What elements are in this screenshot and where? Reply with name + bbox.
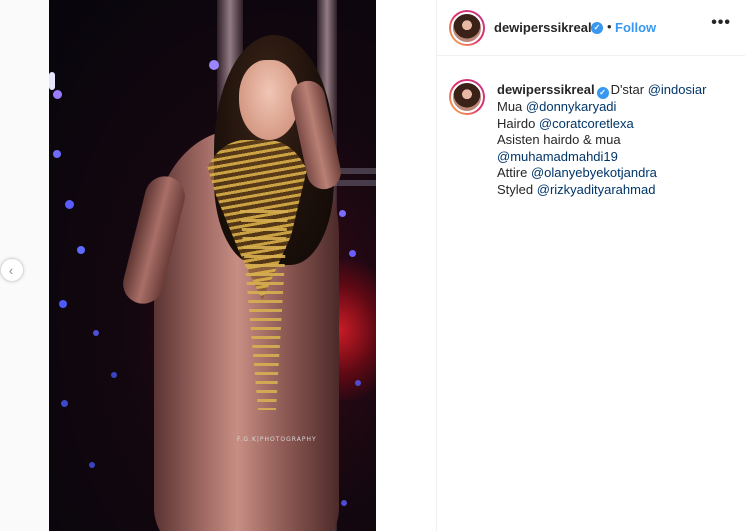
previous-photo-button[interactable]: ‹	[0, 258, 24, 282]
mention-link[interactable]: @rizkyadityarahmad	[537, 182, 656, 197]
caption-line: dewiperssikreal ✓ D'star @indosiar	[497, 82, 737, 99]
stage-light	[209, 60, 219, 70]
chevron-left-icon: ‹	[8, 262, 14, 278]
stage-light	[49, 72, 55, 90]
stage-light	[93, 330, 99, 336]
avatar[interactable]	[449, 79, 485, 115]
separator-dot: •	[607, 19, 612, 34]
caption-text-segment: Attire	[497, 165, 531, 181]
caption-line: Asisten hairdo & mua	[497, 132, 737, 149]
performer-face	[239, 60, 299, 140]
post-username[interactable]: dewiperssikreal	[494, 20, 592, 35]
caption-line: @muhamadmahdi19	[497, 149, 737, 166]
caption-text-segment: Hairdo	[497, 115, 539, 131]
stage-light	[53, 150, 61, 158]
photo-watermark: F.G.K|PHOTOGRAPHY	[237, 436, 317, 443]
photo-margin	[376, 0, 436, 531]
stage-light	[355, 380, 361, 386]
caption-text-segment: Styled	[497, 181, 537, 197]
post-header: dewiperssikreal ✓ • Follow •••	[437, 0, 745, 56]
caption-username[interactable]: dewiperssikreal	[497, 82, 595, 97]
caption-text-segment: Asisten hairdo & mua	[497, 132, 621, 148]
post-side-panel: dewiperssikreal ✓ • Follow ••• dewiperss…	[437, 0, 745, 531]
caption-line: Hairdo @coratcoretlexa	[497, 116, 737, 133]
verified-badge-icon: ✓	[596, 87, 609, 99]
caption-line: Attire @olanyebyekotjandra	[497, 165, 737, 182]
mention-link[interactable]: @olanyebyekotjandra	[531, 165, 657, 180]
stage-light	[89, 462, 95, 468]
stage-light	[349, 250, 356, 257]
stage-light	[339, 210, 346, 217]
mention-link[interactable]: @donnykaryadi	[526, 99, 617, 114]
instagram-post-view: F.G.K|PHOTOGRAPHY ‹ dewiperssikreal ✓ • …	[0, 0, 745, 531]
caption-text-segment: Mua	[497, 99, 526, 114]
mention-link[interactable]: @muhamadmahdi19	[497, 149, 618, 164]
stage-light	[65, 200, 74, 209]
verified-badge-icon: ✓	[591, 22, 603, 34]
stage-light	[61, 400, 68, 407]
stage-light	[111, 372, 117, 378]
post-photo[interactable]: F.G.K|PHOTOGRAPHY	[49, 0, 376, 531]
more-options-icon[interactable]: •••	[711, 14, 731, 32]
stage-light	[341, 500, 347, 506]
stage-light	[77, 246, 85, 254]
caption-text-segment: D'star	[610, 82, 648, 97]
stage-light	[59, 300, 67, 308]
mention-link[interactable]: @coratcoretlexa	[539, 116, 634, 131]
stage-light	[53, 90, 62, 99]
avatar[interactable]	[449, 10, 485, 46]
caption-line: Mua @donnykaryadi	[497, 99, 737, 116]
caption-text: dewiperssikreal ✓ D'star @indosiar Mua @do…	[497, 82, 737, 199]
mention-link[interactable]: @indosiar	[648, 82, 707, 97]
caption-line: Styled @rizkyadityarahmad	[497, 182, 737, 199]
follow-button[interactable]: Follow	[615, 20, 656, 35]
